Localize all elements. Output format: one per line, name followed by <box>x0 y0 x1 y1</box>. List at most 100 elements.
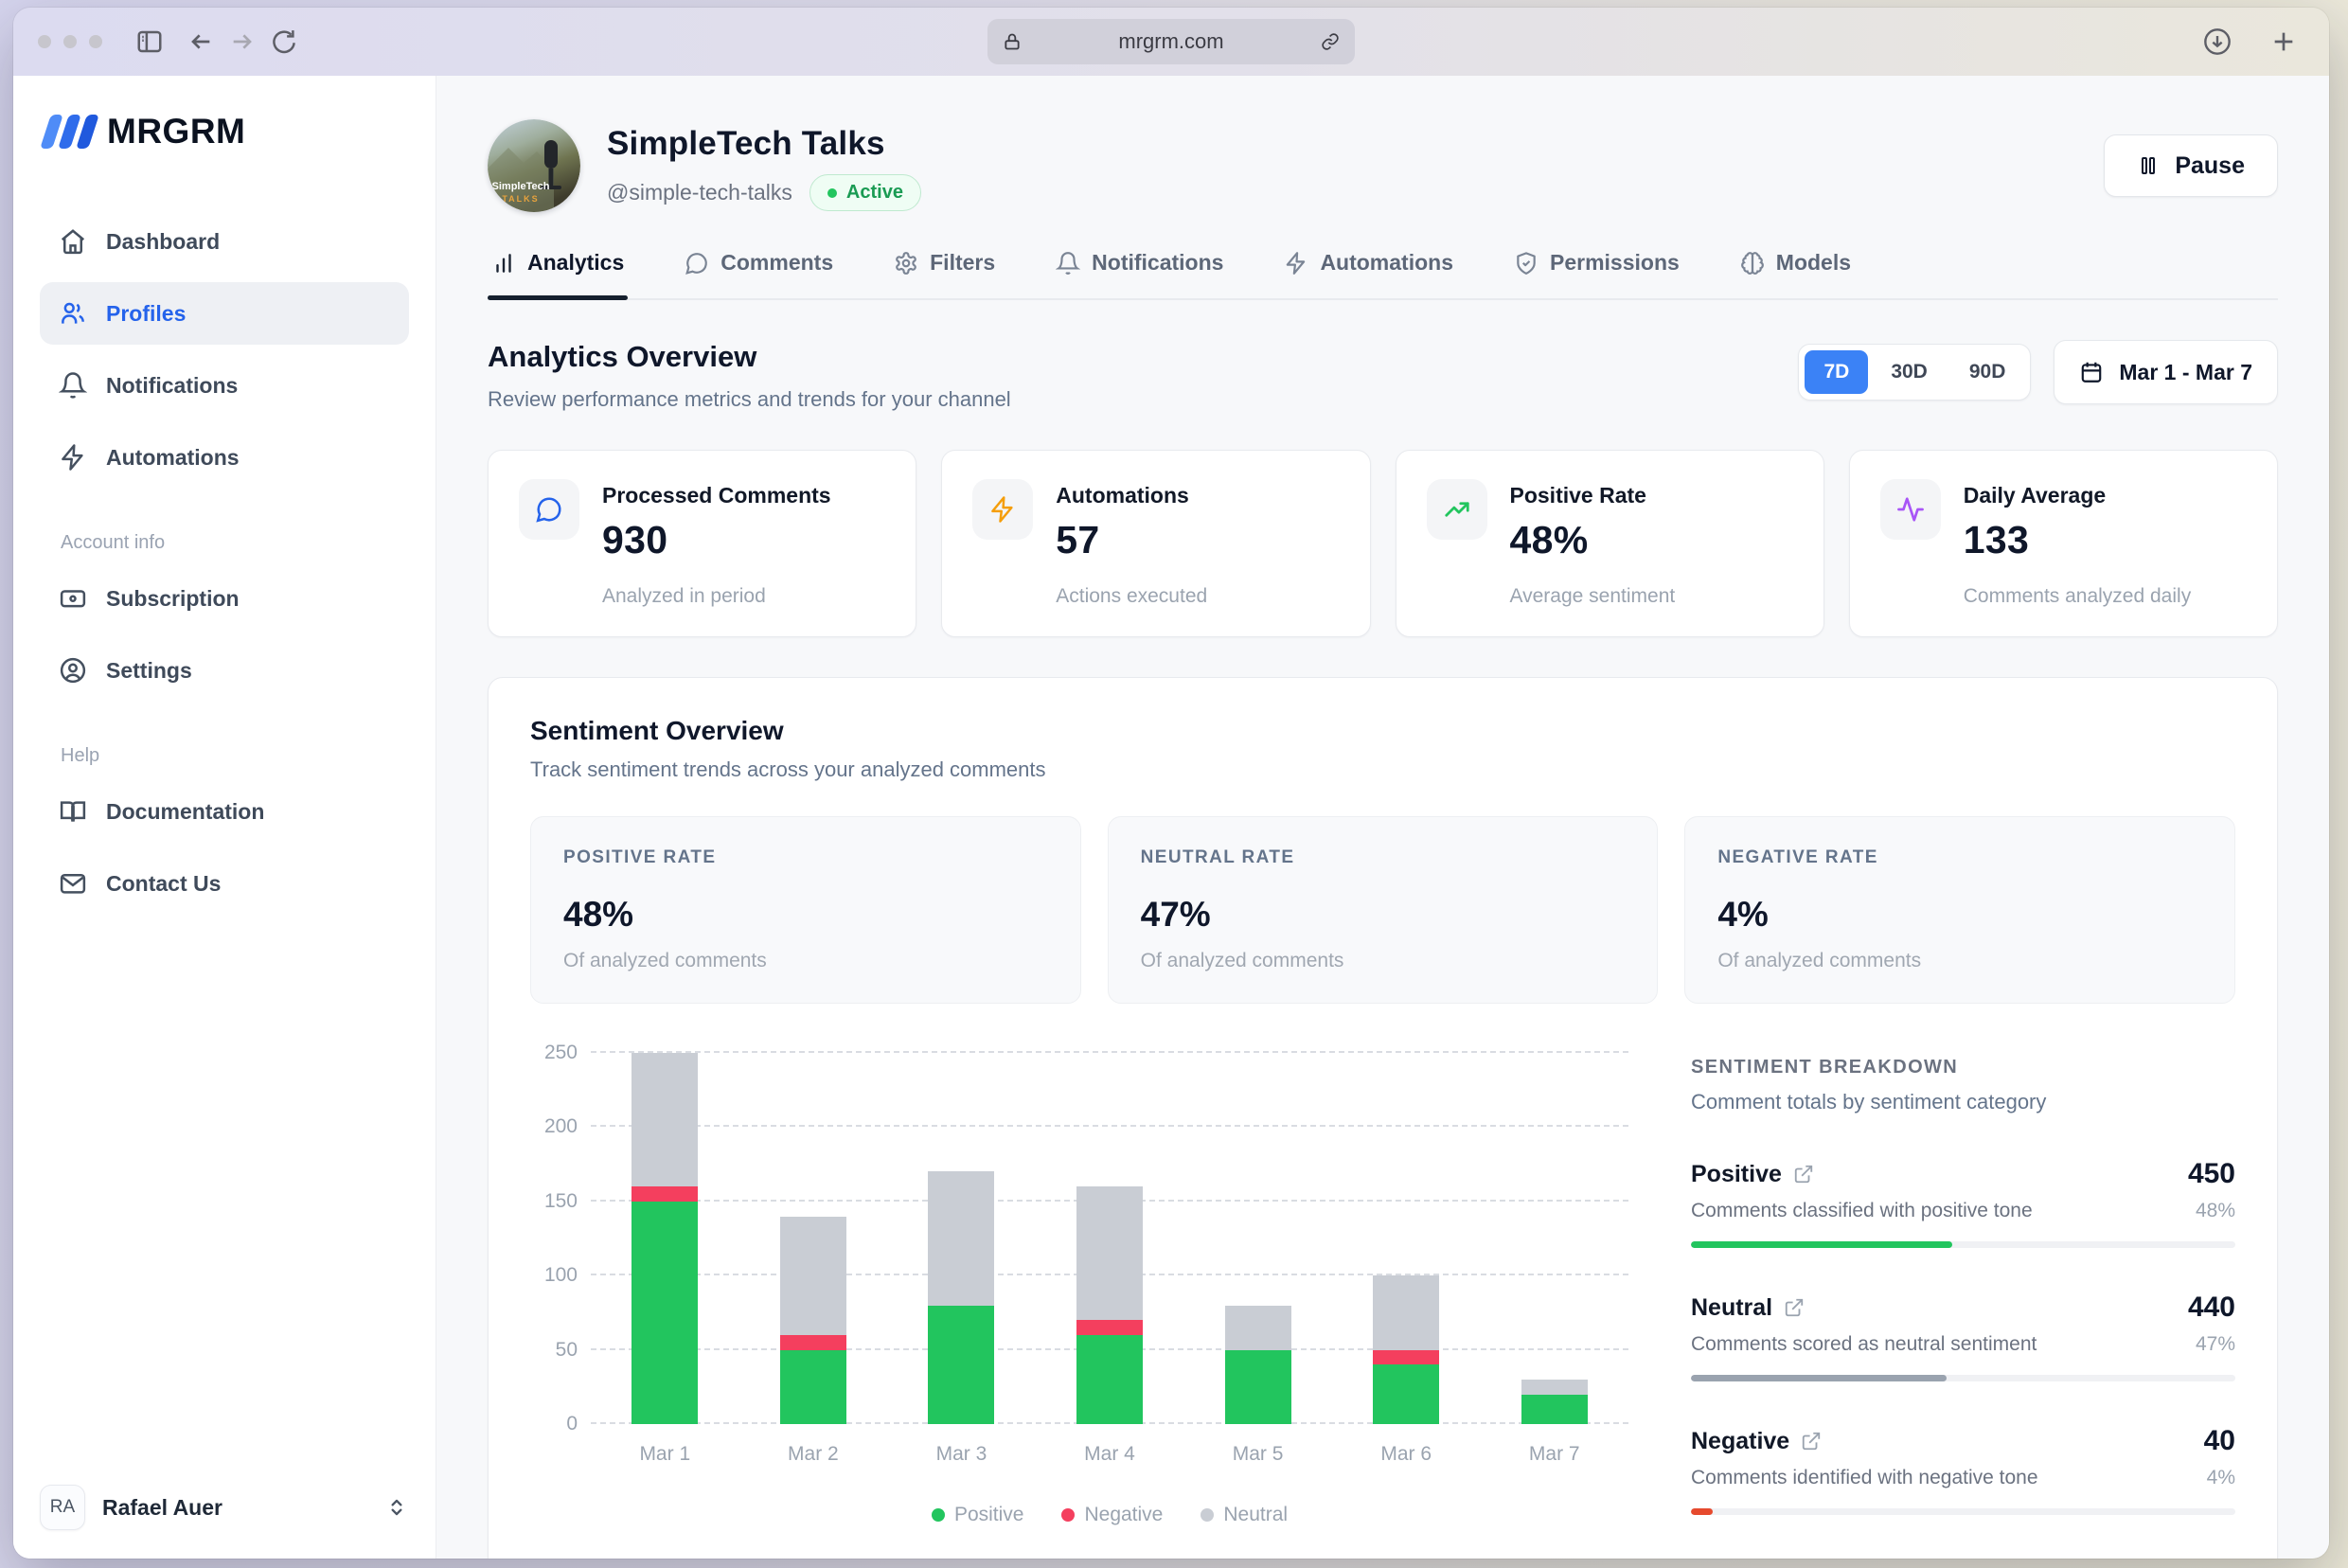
stacked-bar-mar-2[interactable] <box>780 1217 846 1425</box>
rate-value: 47% <box>1141 895 1626 935</box>
sidebar-item-label: Settings <box>106 658 192 684</box>
reload-icon[interactable] <box>263 21 305 62</box>
logo-icon <box>45 115 94 149</box>
bar-slot <box>1036 1053 1184 1424</box>
forward-icon[interactable] <box>222 21 263 62</box>
sidebar-item-subscription[interactable]: Subscription <box>40 567 409 630</box>
profile-handle: @simple-tech-talks <box>607 180 792 205</box>
breakdown-row-positive: Positive 450 Comments classified with po… <box>1691 1158 2235 1248</box>
breakdown-percent: 4% <box>2207 1467 2235 1489</box>
window-controls[interactable] <box>38 35 102 48</box>
breakdown-name: Neutral <box>1691 1294 1772 1322</box>
sentiment-breakdown: SENTIMENT BREAKDOWN Comment totals by se… <box>1691 1053 2235 1559</box>
legend-item-negative: Negative <box>1061 1504 1163 1526</box>
sidebar-section-account-info: Account info <box>61 532 409 554</box>
sidebar-item-documentation[interactable]: Documentation <box>40 780 409 843</box>
stat-value: 48% <box>1510 518 1676 562</box>
bell-icon <box>1056 251 1080 276</box>
bar-segment-positive <box>928 1306 994 1424</box>
profile-header: SimpleTech TALKS SimpleTech Talks @simpl… <box>488 119 2278 212</box>
external-link-icon[interactable] <box>1784 1297 1805 1318</box>
mail-icon <box>59 869 87 898</box>
breakdown-percent: 47% <box>2196 1333 2235 1356</box>
breakdown-value: 450 <box>2188 1158 2235 1190</box>
sidebar-item-dashboard[interactable]: Dashboard <box>40 210 409 273</box>
close-window-dot[interactable] <box>38 35 51 48</box>
downloads-icon[interactable] <box>2197 21 2238 62</box>
external-link-icon[interactable] <box>1793 1164 1814 1185</box>
progress-fill <box>1691 1375 1947 1381</box>
chart-bars <box>591 1053 1628 1424</box>
profile-avatar: SimpleTech TALKS <box>488 119 580 212</box>
stacked-bar-mar-6[interactable] <box>1373 1275 1439 1424</box>
rate-label: POSITIVE RATE <box>563 847 1048 868</box>
breakdown-value: 440 <box>2188 1292 2235 1324</box>
rate-caption: Of analyzed comments <box>563 950 1048 972</box>
minimize-window-dot[interactable] <box>63 35 77 48</box>
sidebar-item-automations[interactable]: Automations <box>40 426 409 489</box>
tab-automations[interactable]: Automations <box>1280 244 1457 298</box>
breakdown-row-neutral: Neutral 440 Comments scored as neutral s… <box>1691 1292 2235 1381</box>
breakdown-subtitle: Comment totals by sentiment category <box>1691 1090 2235 1114</box>
link-icon[interactable] <box>1321 32 1340 51</box>
sidebar-item-label: Dashboard <box>106 229 220 255</box>
stacked-bar-mar-4[interactable] <box>1076 1186 1143 1424</box>
external-link-icon[interactable] <box>1801 1431 1822 1452</box>
y-tick-label: 50 <box>556 1339 578 1362</box>
bar-segment-positive <box>1225 1350 1291 1424</box>
legend-item-neutral: Neutral <box>1201 1504 1288 1526</box>
user-circle-icon <box>59 656 87 685</box>
message-circle-icon <box>535 495 563 524</box>
app-logo: MRGRM <box>40 112 409 151</box>
bar-segment-negative <box>1373 1350 1439 1365</box>
y-tick-label: 200 <box>544 1115 578 1138</box>
sidebar-item-label: Documentation <box>106 799 264 825</box>
zoom-window-dot[interactable] <box>89 35 102 48</box>
rate-cards: POSITIVE RATE 48% Of analyzed comments N… <box>530 816 2235 1004</box>
sidebar-item-label: Subscription <box>106 586 240 612</box>
date-range-button[interactable]: Mar 1 - Mar 7 <box>2054 340 2278 404</box>
rate-caption: Of analyzed comments <box>1141 950 1626 972</box>
tab-analytics[interactable]: Analytics <box>488 244 628 298</box>
sidebar-item-profiles[interactable]: Profiles <box>40 282 409 345</box>
tab-models[interactable]: Models <box>1736 244 1855 298</box>
tab-filters[interactable]: Filters <box>890 244 999 298</box>
sentiment-overview-card: Sentiment Overview Track sentiment trend… <box>488 677 2278 1559</box>
bar-segment-neutral <box>631 1053 698 1186</box>
tab-notifications[interactable]: Notifications <box>1052 244 1227 298</box>
new-tab-icon[interactable] <box>2263 21 2304 62</box>
bar-slot <box>591 1053 739 1424</box>
sidebar-item-notifications[interactable]: Notifications <box>40 354 409 417</box>
stat-caption: Analyzed in period <box>602 585 831 608</box>
tab-permissions[interactable]: Permissions <box>1510 244 1683 298</box>
range-90d-button[interactable]: 90D <box>1950 350 2025 394</box>
sidebar-toggle-icon[interactable] <box>129 21 170 62</box>
tab-comments[interactable]: Comments <box>681 244 837 298</box>
stacked-bar-mar-1[interactable] <box>631 1053 698 1424</box>
sidebar-item-settings[interactable]: Settings <box>40 639 409 702</box>
stacked-bar-mar-7[interactable] <box>1521 1380 1588 1424</box>
stat-label: Daily Average <box>1964 479 2191 508</box>
sidebar-item-label: Contact Us <box>106 871 221 897</box>
bar-segment-neutral <box>1373 1275 1439 1349</box>
sidebar-item-contact-us[interactable]: Contact Us <box>40 852 409 915</box>
bar-segment-negative <box>631 1186 698 1202</box>
sidebar-nav: Dashboard Profiles Notifications Automat… <box>40 210 409 489</box>
bar-slot <box>739 1053 888 1424</box>
back-icon[interactable] <box>180 21 222 62</box>
address-bar[interactable]: mrgrm.com <box>987 19 1355 64</box>
range-7d-button[interactable]: 7D <box>1805 350 1868 394</box>
profile-tabs: Analytics Comments Filters Notifications… <box>488 244 2278 300</box>
progress-track <box>1691 1508 2235 1515</box>
pause-button[interactable]: Pause <box>2104 134 2278 197</box>
sentiment-subtitle: Track sentiment trends across your analy… <box>530 757 2235 782</box>
x-tick-label: Mar 5 <box>1183 1443 1332 1466</box>
user-menu[interactable]: RA Rafael Auer <box>40 1485 409 1530</box>
breakdown-value: 40 <box>2204 1425 2235 1457</box>
range-30d-button[interactable]: 30D <box>1872 350 1947 394</box>
stacked-bar-mar-3[interactable] <box>928 1171 994 1424</box>
stacked-bar-mar-5[interactable] <box>1225 1306 1291 1424</box>
x-tick-label: Mar 3 <box>887 1443 1036 1466</box>
main-content: SimpleTech TALKS SimpleTech Talks @simpl… <box>436 76 2329 1559</box>
stat-label: Automations <box>1056 479 1207 508</box>
